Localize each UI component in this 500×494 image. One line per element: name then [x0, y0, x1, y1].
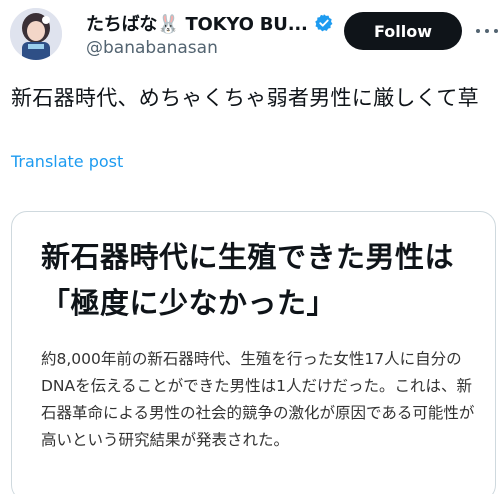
avatar-image	[10, 8, 62, 60]
verified-badge-icon	[314, 14, 333, 32]
avatar[interactable]	[10, 8, 62, 60]
display-name[interactable]: たちばな🐰 TOKYO BU...	[86, 10, 308, 36]
link-card[interactable]: 新石器時代に生殖できた男性は「極度に少なかった」 約8,000年前の新石器時代、…	[11, 211, 496, 494]
follow-button[interactable]: Follow	[344, 12, 462, 50]
author-names: たちばな🐰 TOKYO BU... @banabanasan	[86, 10, 336, 58]
translate-post-link[interactable]: Translate post	[11, 152, 123, 171]
post-header: たちばな🐰 TOKYO BU... @banabanasan Follow	[0, 0, 500, 70]
more-options-icon[interactable]	[476, 20, 498, 42]
post-text: 新石器時代、めちゃくちゃ弱者男性に厳しくて草	[11, 86, 479, 110]
author-handle[interactable]: @banabanasan	[86, 38, 336, 58]
display-name-row: たちばな🐰 TOKYO BU...	[86, 10, 336, 36]
card-body: 約8,000年前の新石器時代、生殖を行った女性17人に自分のDNAを伝えることが…	[41, 350, 475, 449]
card-title: 新石器時代に生殖できた男性は「極度に少なかった」	[41, 240, 455, 320]
